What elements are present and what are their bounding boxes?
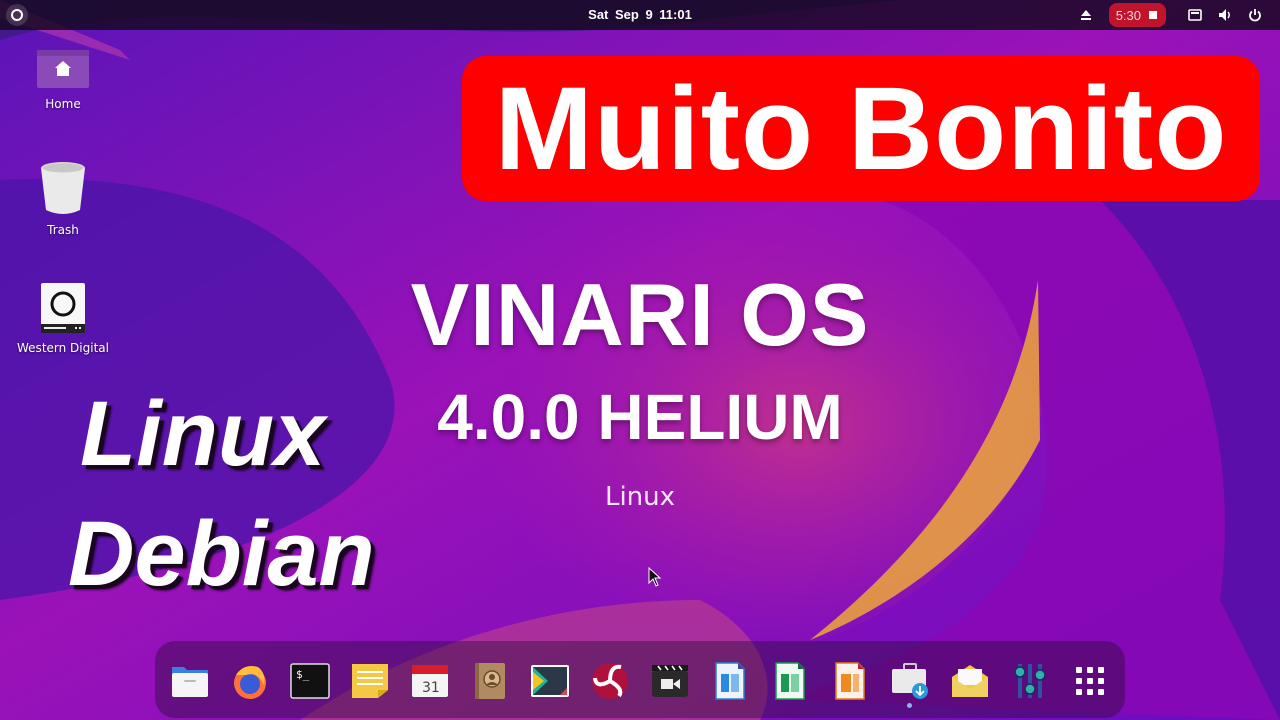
writer-icon [715, 662, 745, 700]
mail-icon [952, 665, 988, 697]
system-tray: 5:30 [1071, 3, 1270, 27]
dock-item-libreoffice-impress[interactable] [828, 659, 872, 703]
screen-recording-indicator[interactable]: 5:30 [1108, 3, 1166, 27]
dock-item-video-editor[interactable] [648, 659, 692, 703]
mouse-cursor-icon [648, 567, 662, 587]
eject-icon[interactable] [1071, 3, 1101, 27]
equalizer-icon [1014, 664, 1046, 698]
swirl-icon [592, 663, 628, 699]
calc-icon [775, 662, 805, 700]
dock-item-tweaks[interactable] [1008, 659, 1052, 703]
banner-muito-bonito: Muito Bonito [462, 56, 1260, 201]
dock-item-notes[interactable] [348, 659, 392, 703]
impress-icon [835, 662, 865, 700]
dock-item-mail[interactable] [948, 659, 992, 703]
video-icon [652, 665, 688, 697]
dock: $_ 31 [155, 641, 1125, 718]
files-icon [172, 667, 208, 697]
dock-item-software-installer[interactable] [888, 659, 932, 703]
dock-item-calendar[interactable]: 31 [408, 659, 452, 703]
desktop-icon-label: Trash [47, 223, 79, 237]
dock-item-contacts[interactable] [468, 659, 512, 703]
dock-item-firefox[interactable] [228, 659, 272, 703]
calendar-icon: 31 [412, 665, 448, 697]
power-icon[interactable] [1240, 3, 1270, 27]
recording-time: 5:30 [1115, 7, 1141, 23]
terminal-icon: $_ [290, 663, 330, 699]
store-icon [531, 665, 569, 697]
side-text-linux: Linux [80, 383, 326, 485]
dock-item-swirl-app[interactable] [588, 659, 632, 703]
volume-icon[interactable] [1210, 3, 1240, 27]
app-grid-icon [1076, 667, 1104, 695]
dock-item-files[interactable] [168, 659, 212, 703]
trash-icon [41, 162, 85, 214]
svg-text:31: 31 [422, 680, 440, 696]
desktop-icon-home[interactable]: Home [8, 48, 118, 111]
stop-icon [1149, 11, 1157, 19]
svg-text:$_: $_ [296, 668, 310, 681]
dock-item-terminal[interactable]: $_ [288, 659, 332, 703]
display-icon[interactable] [1180, 3, 1210, 27]
home-folder-icon [37, 50, 89, 88]
dock-item-software-store[interactable] [528, 659, 572, 703]
show-applications-button[interactable] [1068, 659, 1112, 703]
notes-icon [352, 664, 388, 698]
dock-item-libreoffice-writer[interactable] [708, 659, 752, 703]
installer-icon [892, 663, 928, 699]
contacts-icon [475, 663, 505, 699]
desktop-icon-label: Home [45, 97, 81, 111]
firefox-icon [234, 666, 266, 699]
os-title: VINARI OS [410, 265, 870, 364]
desktop-icon-trash[interactable]: Trash [8, 160, 118, 237]
dock-item-libreoffice-calc[interactable] [768, 659, 812, 703]
top-bar: Sat Sep 9 11:01 5:30 [0, 0, 1280, 30]
side-text-debian: Debian [68, 503, 375, 605]
running-indicator [907, 703, 912, 708]
